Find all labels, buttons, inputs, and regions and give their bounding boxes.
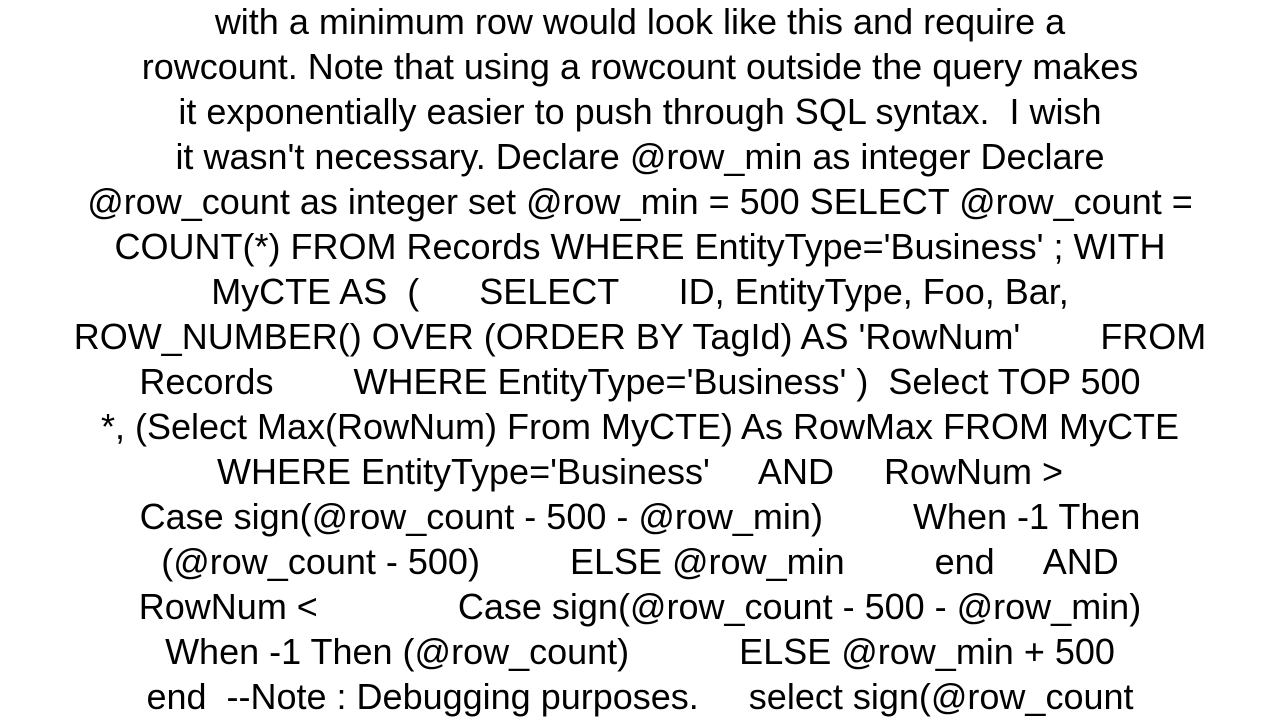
text-line: When -1 Then (@row_count) ELSE @row_min … xyxy=(165,631,1115,672)
text-line: Records WHERE EntityType='Business' ) Se… xyxy=(139,361,1141,402)
text-line: it wasn't necessary. Declare @row_min as… xyxy=(175,136,1105,177)
text-line: end --Note : Debugging purposes. select … xyxy=(146,676,1134,717)
text-line: MyCTE AS ( SELECT ID, EntityType, Foo, B… xyxy=(211,271,1069,312)
text-line: Case sign(@row_count - 500 - @row_min) W… xyxy=(139,496,1141,537)
document-body: with a minimum row would look like this … xyxy=(0,0,1280,719)
text-line: COUNT(*) FROM Records WHERE EntityType='… xyxy=(114,226,1166,267)
text-line: rowcount. Note that using a rowcount out… xyxy=(141,46,1139,87)
text-line: @row_count as integer set @row_min = 500… xyxy=(87,181,1193,222)
text-line: it exponentially easier to push through … xyxy=(178,91,1102,132)
text-line: RowNum < Case sign(@row_count - 500 - @r… xyxy=(138,586,1142,627)
text-line: WHERE EntityType='Business' AND RowNum > xyxy=(216,451,1064,492)
text-line: ROW_NUMBER() OVER (ORDER BY TagId) AS 'R… xyxy=(73,316,1207,357)
text-line: with a minimum row would look like this … xyxy=(214,1,1066,42)
text-line: (@row_count - 500) ELSE @row_min end AND xyxy=(161,541,1119,582)
text-line: *, (Select Max(RowNum) From MyCTE) As Ro… xyxy=(100,406,1180,447)
